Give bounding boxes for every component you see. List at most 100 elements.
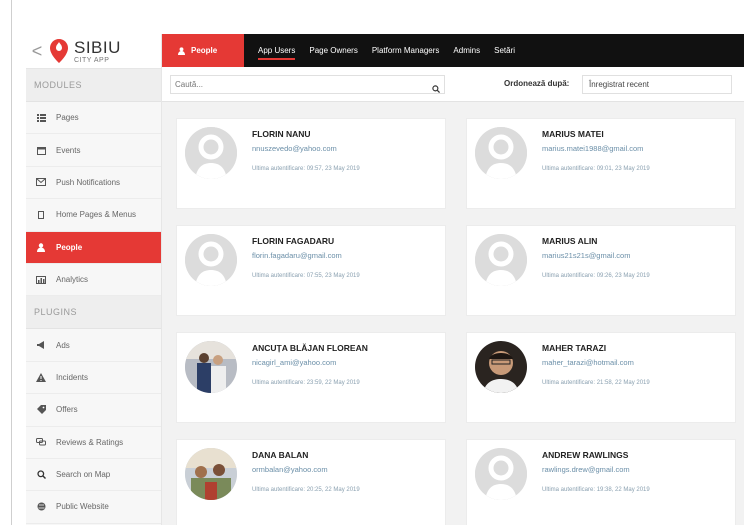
user-name: ANCUȚA BLĂJAN FLOREAN	[252, 343, 368, 353]
avatar	[475, 341, 527, 393]
user-card[interactable]: ANCUȚA BLĂJAN FLOREAN nicagirl_ami@yahoo…	[176, 332, 446, 423]
search-icon	[34, 470, 48, 480]
filter-bar: Ordonează după: Înregistrat recent	[162, 67, 744, 102]
sidebar-item-ads[interactable]: Ads	[26, 329, 161, 362]
sidebar-item-push-notifications[interactable]: Push Notifications	[26, 167, 161, 200]
user-name: MARIUS ALIN	[542, 236, 598, 246]
user-email[interactable]: nnuszevedo@yahoo.com	[252, 144, 337, 153]
avatar	[475, 234, 527, 286]
user-name: MAHER TARAZI	[542, 343, 607, 353]
avatar	[185, 127, 237, 179]
last-login: Ultima autentificare: 09:01, 23 May 2019	[542, 166, 650, 172]
sidebar-item-label: Search on Map	[56, 470, 111, 480]
sidebar-item-label: Pages	[56, 113, 79, 123]
list-icon	[34, 113, 48, 122]
top-navigation: People App Users Page Owners Platform Ma…	[162, 34, 744, 67]
tag-icon	[34, 405, 48, 415]
logo-subtitle: CITY APP	[74, 56, 110, 64]
sidebar-item-label: Ads	[56, 340, 70, 350]
avatar	[185, 448, 237, 500]
current-section-label: People	[191, 46, 218, 55]
sidebar-item-people[interactable]: People	[26, 231, 161, 264]
user-email[interactable]: marius21s21s@gmail.com	[542, 251, 630, 260]
user-name: ANDREW RAWLINGS	[542, 450, 629, 460]
logo-title: SIBIU	[74, 37, 121, 57]
user-email[interactable]: nicagirl_ami@yahoo.com	[252, 358, 336, 367]
user-card[interactable]: FLORIN NANU nnuszevedo@yahoo.com Ultima …	[176, 118, 446, 209]
user-email[interactable]: florin.fagadaru@gmail.com	[252, 251, 342, 260]
logo[interactable]: < SIBIU CITY APP	[26, 34, 161, 69]
last-login: Ultima autentificare: 09:57, 23 May 2019	[252, 166, 360, 172]
avatar	[475, 127, 527, 179]
page-edge-line	[11, 0, 12, 525]
chat-icon	[34, 438, 48, 446]
user-name: FLORIN FAGADARU	[252, 236, 335, 246]
search-icon[interactable]	[432, 80, 440, 93]
user-name: MARIUS MATEI	[542, 129, 604, 139]
avatar	[475, 448, 527, 500]
sidebar-item-offers[interactable]: Offers	[26, 394, 161, 427]
user-card[interactable]: MARIUS ALIN marius21s21s@gmail.com Ultim…	[466, 225, 736, 316]
sidebar-item-analytics[interactable]: Analytics	[26, 264, 161, 297]
pin-logo-icon	[48, 38, 70, 64]
user-card[interactable]: MAHER TARAZI maher_tarazi@hotmail.com Ul…	[466, 332, 736, 423]
sidebar-item-events[interactable]: Events	[26, 134, 161, 167]
sidebar-item-public-website[interactable]: Public Website	[26, 491, 161, 524]
sidebar-item-home-pages[interactable]: Home Pages & Menus	[26, 199, 161, 232]
avatar	[185, 341, 237, 393]
globe-icon	[34, 502, 48, 511]
last-login: Ultima autentificare: 09:26, 23 May 2019	[542, 273, 650, 279]
sidebar-item-label: Reviews & Ratings	[56, 437, 124, 447]
sidebar-item-label: People	[56, 242, 83, 252]
sidebar-item-label: Incidents	[56, 372, 89, 382]
sidebar-item-label: Offers	[56, 405, 78, 415]
user-email[interactable]: marius.matei1988@gmail.com	[542, 144, 643, 153]
megaphone-icon	[34, 341, 48, 350]
person-icon	[34, 243, 48, 252]
sidebar-item-label: Home Pages & Menus	[56, 210, 137, 220]
calendar-icon	[34, 146, 48, 155]
message-icon	[34, 178, 48, 187]
sidebar-item-label: Push Notifications	[56, 177, 121, 187]
last-login: Ultima autentificare: 07:55, 23 May 2019	[252, 273, 360, 279]
tab-settings[interactable]: Setări	[494, 34, 515, 67]
sidebar-item-incidents[interactable]: Incidents	[26, 362, 161, 395]
sort-select[interactable]: Înregistrat recent	[582, 75, 732, 94]
sidebar-item-pages[interactable]: Pages	[26, 102, 161, 135]
search-input[interactable]	[170, 75, 445, 94]
tab-platform-managers[interactable]: Platform Managers	[372, 34, 440, 67]
user-name: FLORIN NANU	[252, 129, 311, 139]
app-window: < SIBIU CITY APP MODULES Pages Events Pu…	[26, 34, 744, 525]
last-login: Ultima autentificare: 21:58, 22 May 2019	[542, 380, 650, 386]
tab-admins[interactable]: Admins	[453, 34, 480, 67]
avatar	[185, 234, 237, 286]
sidebar-item-label: Analytics	[56, 275, 89, 285]
last-login: Ultima autentificare: 20:25, 22 May 2019	[252, 487, 360, 493]
sidebar-item-reviews[interactable]: Reviews & Ratings	[26, 427, 161, 459]
warning-icon	[34, 372, 48, 382]
back-icon[interactable]: <	[26, 41, 48, 62]
tab-app-users[interactable]: App Users	[258, 34, 296, 67]
sort-label: Ordonează după:	[504, 79, 570, 88]
plugins-heading: PLUGINS	[26, 296, 161, 330]
user-card[interactable]: ANDREW RAWLINGS rawlings.drew@gmail.com …	[466, 439, 736, 525]
user-email[interactable]: rawlings.drew@gmail.com	[542, 465, 630, 474]
sidebar-item-search-on-map[interactable]: Search on Map	[26, 459, 161, 492]
chart-icon	[34, 275, 48, 284]
user-card[interactable]: FLORIN FAGADARU florin.fagadaru@gmail.co…	[176, 225, 446, 316]
user-card[interactable]: DANA BALAN ormbalan@yahoo.com Ultima aut…	[176, 439, 446, 525]
user-email[interactable]: maher_tarazi@hotmail.com	[542, 358, 634, 367]
modules-heading: MODULES	[26, 69, 161, 102]
last-login: Ultima autentificare: 19:38, 22 May 2019	[542, 487, 650, 493]
person-icon	[178, 46, 185, 55]
home-icon	[34, 210, 48, 219]
sidebar-item-label: Events	[56, 145, 81, 155]
sidebar: < SIBIU CITY APP MODULES Pages Events Pu…	[26, 34, 162, 525]
user-card[interactable]: MARIUS MATEI marius.matei1988@gmail.com …	[466, 118, 736, 209]
sidebar-item-label: Public Website	[56, 502, 109, 512]
user-email[interactable]: ormbalan@yahoo.com	[252, 465, 328, 474]
tab-page-owners[interactable]: Page Owners	[309, 34, 357, 67]
current-section[interactable]: People	[162, 34, 244, 67]
last-login: Ultima autentificare: 23:59, 22 May 2019	[252, 380, 360, 386]
user-name: DANA BALAN	[252, 450, 309, 460]
